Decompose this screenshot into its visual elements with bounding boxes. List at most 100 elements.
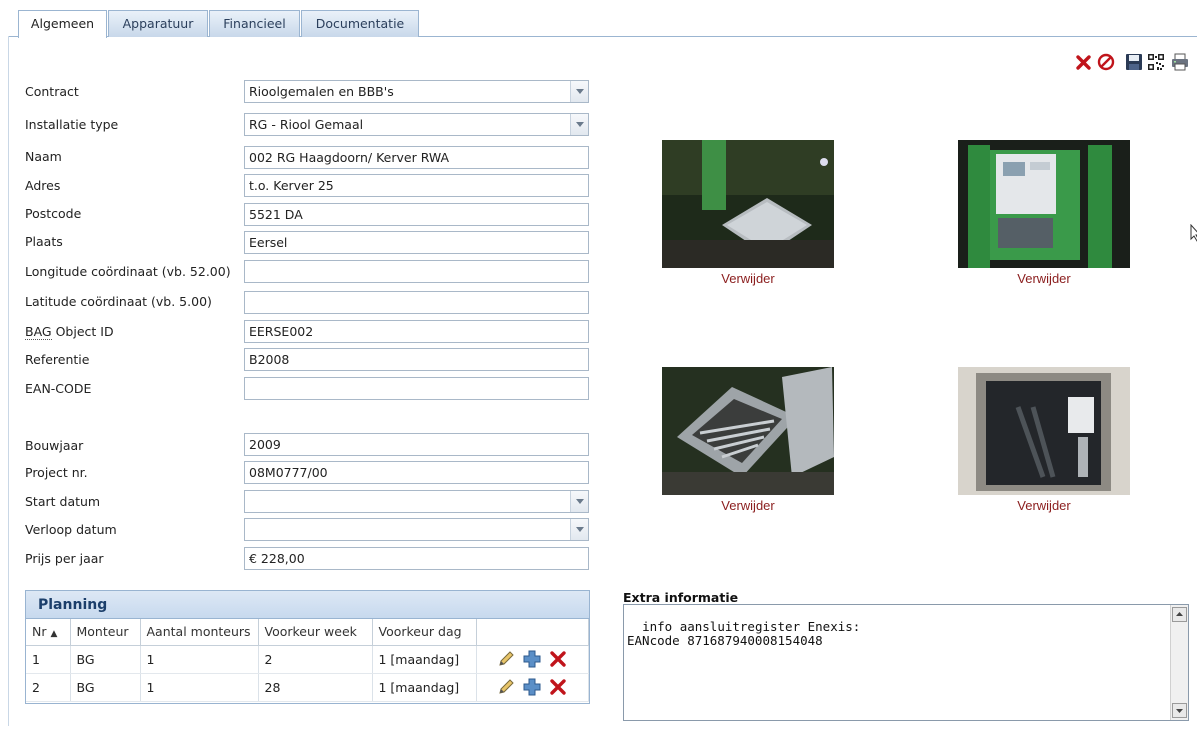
photo-1-image — [662, 140, 834, 268]
photo-4-image — [958, 367, 1130, 495]
tab-algemeen[interactable]: Algemeen — [18, 10, 107, 38]
edit-pencil-icon[interactable] — [496, 649, 516, 669]
bag-label-rest: Object ID — [51, 324, 114, 339]
verloop-datum-select[interactable] — [244, 518, 589, 541]
start-datum-select[interactable] — [244, 490, 589, 513]
add-plus-icon[interactable] — [522, 649, 542, 669]
referentie-label: Referentie — [25, 352, 90, 367]
panel-left-border — [8, 36, 9, 726]
adres-field[interactable]: t.o. Kerver 25 — [244, 174, 589, 197]
bag-object-id-field[interactable]: EERSE002 — [244, 320, 589, 343]
verloop-datum-label: Verloop datum — [25, 522, 117, 537]
naam-field[interactable]: 002 RG Haagdoorn/ Kerver RWA — [244, 146, 589, 169]
table-row[interactable]: 2 BG 1 28 1 [maandag] — [26, 673, 589, 702]
chevron-down-icon[interactable] — [570, 114, 588, 135]
add-plus-icon[interactable] — [522, 677, 542, 697]
referentie-field[interactable]: B2008 — [244, 348, 589, 371]
photo-3[interactable] — [662, 367, 834, 495]
cell-monteur: BG — [70, 673, 141, 702]
plaats-field[interactable]: Eersel — [244, 231, 589, 254]
column-header-monteur[interactable]: Monteur — [70, 619, 141, 646]
column-header-nr[interactable]: Nr ▲ — [26, 619, 71, 646]
planning-grid: Planning Nr ▲ Monteur Aantal monteurs Vo… — [25, 590, 590, 704]
cell-monteur: BG — [70, 645, 141, 674]
column-header-actions — [476, 619, 589, 646]
photo-3-image — [662, 367, 834, 495]
project-nr-field[interactable]: 08M0777/00 — [244, 461, 589, 484]
delete-icon[interactable] — [548, 649, 568, 669]
print-icon[interactable] — [1170, 52, 1190, 72]
scroll-down-icon[interactable] — [1172, 703, 1187, 718]
project-nr-label: Project nr. — [25, 465, 88, 480]
longitude-label: Longitude coördinaat (vb. 52.00) — [25, 264, 231, 279]
remove-photo-2-link[interactable]: Verwijder — [958, 271, 1130, 286]
adres-label: Adres — [25, 178, 61, 193]
remove-photo-3-link[interactable]: Verwijder — [662, 498, 834, 513]
tab-financieel[interactable]: Financieel — [209, 10, 300, 37]
edit-pencil-icon[interactable] — [496, 677, 516, 697]
cancel-icon[interactable] — [1096, 52, 1116, 72]
sort-ascending-icon: ▲ — [50, 629, 58, 640]
photo-2[interactable] — [958, 140, 1130, 268]
remove-photo-1-link[interactable]: Verwijder — [662, 271, 834, 286]
contract-value: Rioolgemalen en BBB's — [249, 84, 394, 99]
scroll-up-icon[interactable] — [1172, 607, 1187, 622]
save-icon[interactable] — [1124, 52, 1144, 72]
delete-icon[interactable] — [548, 677, 568, 697]
cell-nr: 2 — [26, 673, 71, 702]
extra-informatie-label: Extra informatie — [623, 590, 739, 605]
qr-code-icon[interactable] — [1146, 52, 1166, 72]
cell-aantal-monteurs: 1 — [140, 673, 259, 702]
cell-voorkeur-dag: 1 [maandag] — [372, 673, 477, 702]
tab-apparatuur[interactable]: Apparatuur — [108, 10, 208, 37]
tab-bar: Algemeen Apparatuur Financieel Documenta… — [0, 0, 1197, 38]
extra-informatie-text: info aansluitregister Enexis: EANcode 87… — [627, 619, 861, 648]
start-datum-label: Start datum — [25, 494, 101, 509]
remove-photo-4-link[interactable]: Verwijder — [958, 498, 1130, 513]
installatie-type-value: RG - Riool Gemaal — [249, 117, 364, 132]
cell-voorkeur-week: 2 — [258, 645, 373, 674]
extra-informatie-textarea[interactable]: info aansluitregister Enexis: EANcode 87… — [623, 604, 1189, 721]
planning-title: Planning — [26, 591, 589, 619]
plaats-label: Plaats — [25, 234, 63, 249]
mouse-cursor-icon — [1190, 223, 1197, 245]
contract-select[interactable]: Rioolgemalen en BBB's — [244, 80, 589, 103]
photo-2-image — [958, 140, 1130, 268]
latitude-field[interactable] — [244, 291, 589, 314]
photo-1[interactable] — [662, 140, 834, 268]
column-header-aantal-monteurs[interactable]: Aantal monteurs — [140, 619, 259, 646]
textarea-scrollbar[interactable] — [1170, 605, 1188, 720]
longitude-field[interactable] — [244, 260, 589, 283]
latitude-label: Latitude coördinaat (vb. 5.00) — [25, 294, 212, 309]
ean-code-field[interactable] — [244, 377, 589, 400]
cell-voorkeur-dag: 1 [maandag] — [372, 645, 477, 674]
column-header-voorkeur-week[interactable]: Voorkeur week — [258, 619, 373, 646]
photo-4[interactable] — [958, 367, 1130, 495]
bag-abbr: BAG — [25, 324, 52, 340]
chevron-down-icon[interactable] — [570, 519, 588, 540]
toolbar — [1074, 52, 1194, 74]
chevron-down-icon[interactable] — [570, 81, 588, 102]
cell-voorkeur-week: 28 — [258, 673, 373, 702]
column-header-voorkeur-dag[interactable]: Voorkeur dag — [372, 619, 477, 646]
bouwjaar-field[interactable]: 2009 — [244, 433, 589, 456]
prijs-per-jaar-label: Prijs per jaar — [25, 551, 104, 566]
ean-code-label: EAN-CODE — [25, 381, 92, 396]
planning-table: Nr ▲ Monteur Aantal monteurs Voorkeur we… — [26, 619, 589, 702]
installatie-type-label: Installatie type — [25, 117, 119, 132]
naam-label: Naam — [25, 149, 62, 164]
tab-documentatie[interactable]: Documentatie — [301, 10, 419, 37]
cell-actions — [476, 645, 589, 674]
contract-label: Contract — [25, 84, 79, 99]
cell-nr: 1 — [26, 645, 71, 674]
cell-actions — [476, 673, 589, 702]
bouwjaar-label: Bouwjaar — [25, 438, 84, 453]
delete-icon[interactable] — [1074, 52, 1094, 72]
table-row[interactable]: 1 BG 1 2 1 [maandag] — [26, 645, 589, 674]
bag-object-id-label: BAG Object ID — [25, 321, 114, 343]
postcode-field[interactable]: 5521 DA — [244, 203, 589, 226]
prijs-per-jaar-field[interactable]: € 228,00 — [244, 547, 589, 570]
postcode-label: Postcode — [25, 206, 82, 221]
installatie-type-select[interactable]: RG - Riool Gemaal — [244, 113, 589, 136]
chevron-down-icon[interactable] — [570, 491, 588, 512]
